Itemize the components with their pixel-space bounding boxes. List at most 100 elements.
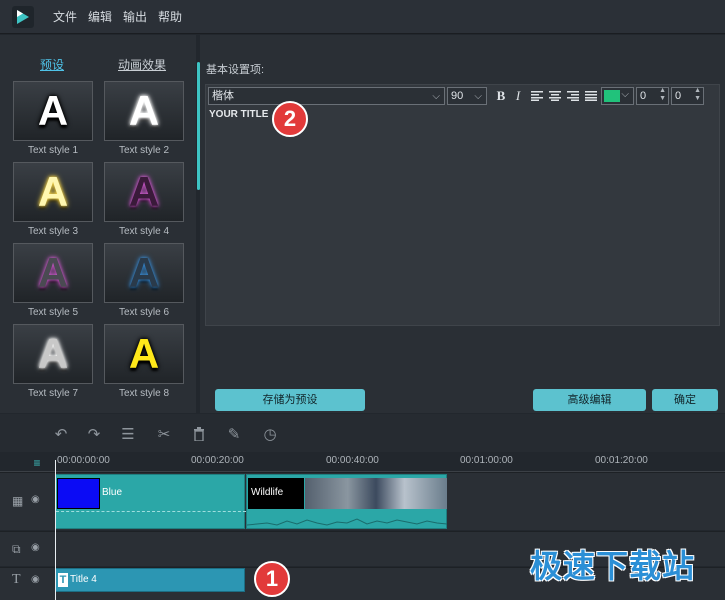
ruler-tick-label: 00:01:20:00 — [595, 455, 648, 466]
text-style-card[interactable]: A Text style 7 — [13, 324, 93, 399]
clip-divider — [56, 511, 246, 512]
tab-animation-effects[interactable]: 动画效果 — [118, 56, 166, 73]
text-style-glyph: A — [128, 87, 160, 134]
text-track-icon: T — [12, 572, 21, 587]
tab-presets[interactable]: 预设 — [40, 56, 64, 73]
advanced-edit-button[interactable]: 高级编辑 — [533, 389, 646, 411]
adjust-icon[interactable]: ☰ — [120, 427, 136, 443]
text-style-glyph: A — [37, 330, 69, 377]
cut-icon[interactable]: ✂ — [156, 427, 172, 443]
edit-icon[interactable]: ✎ — [226, 427, 242, 443]
delete-icon[interactable] — [191, 427, 207, 443]
text-style-card[interactable]: A Text style 5 — [13, 243, 93, 318]
video-track-icon: ▦ — [12, 494, 24, 508]
font-size-value: 90 — [451, 90, 464, 102]
video-clip-blue[interactable]: Blue — [55, 474, 246, 529]
timeline-toolbar — [0, 414, 725, 454]
undo-icon[interactable]: ↶ — [53, 427, 69, 443]
text-style-card[interactable]: A Text style 1 — [13, 81, 93, 156]
text-style-thumbnail[interactable]: A — [104, 243, 184, 303]
align-justify-icon[interactable] — [584, 87, 598, 105]
clip-label: Blue — [102, 487, 123, 498]
save-preset-button[interactable]: 存储为预设 — [215, 389, 365, 411]
spin-arrows-icon[interactable]: ▲ ▼ — [659, 87, 666, 103]
text-style-thumbnail[interactable]: A — [104, 324, 184, 384]
spin-arrows-icon[interactable]: ▲ ▼ — [694, 87, 701, 103]
text-style-thumbnail[interactable]: A — [13, 162, 93, 222]
video-clip-wildlife[interactable]: Wildlife — [246, 474, 447, 529]
eye-icon[interactable]: ◉ — [31, 494, 40, 505]
text-style-card[interactable]: A Text style 4 — [104, 162, 184, 237]
ok-button[interactable]: 确定 — [652, 389, 718, 411]
redo-icon[interactable]: ↷ — [86, 427, 102, 443]
font-family-value: 楷体 — [212, 90, 234, 102]
text-style-label: Text style 6 — [118, 307, 170, 318]
text-style-label: Text style 7 — [27, 388, 79, 399]
ruler-tick-label: 00:00:20:00 — [191, 455, 244, 466]
spacing-value-2: 0 — [675, 90, 682, 102]
text-style-thumbnail[interactable]: A — [13, 81, 93, 141]
text-style-glyph: A — [37, 87, 69, 134]
text-color-swatch — [604, 90, 620, 102]
clock-icon[interactable]: ◷ — [262, 427, 278, 443]
text-style-label: Text style 2 — [118, 145, 170, 156]
clip-label: Wildlife — [251, 487, 284, 498]
ruler-tick-label: 00:00:00:00 — [57, 455, 110, 466]
clip-label: Title 4 — [70, 574, 97, 585]
align-center-icon[interactable] — [548, 87, 562, 105]
text-style-glyph: A — [128, 168, 160, 215]
clip-thumbnail — [57, 478, 100, 509]
menu-help[interactable]: 帮助 — [158, 8, 182, 25]
playhead[interactable] — [55, 460, 56, 600]
clip-thumbnail — [305, 478, 447, 509]
watermark: 极速下载站 — [530, 548, 696, 584]
overlay-track-icon: ⧉ — [12, 542, 21, 556]
menu-edit[interactable]: 编辑 — [88, 8, 112, 25]
text-style-glyph: A — [37, 249, 69, 296]
text-style-thumbnail[interactable]: A — [13, 243, 93, 303]
ruler-tick-label: 00:00:40:00 — [326, 455, 379, 466]
text-style-card[interactable]: A Text style 8 — [104, 324, 184, 399]
title-clip[interactable]: T Title 4 — [55, 568, 245, 592]
text-color-picker[interactable]: ⌵ — [601, 87, 634, 105]
text-style-card[interactable]: A Text style 6 — [104, 243, 184, 318]
eye-icon[interactable]: ◉ — [31, 574, 40, 585]
audio-waveform — [247, 518, 447, 526]
title-clip-t-icon: T — [58, 573, 68, 587]
italic-button[interactable]: I — [511, 87, 525, 105]
app-logo-icon — [12, 5, 34, 28]
text-style-thumbnail[interactable]: A — [104, 162, 184, 222]
font-family-select[interactable]: 楷体 ⌵ — [208, 87, 445, 105]
text-style-label: Text style 5 — [27, 307, 79, 318]
spacing-spinner-2[interactable]: 0 ▲ ▼ — [671, 87, 704, 105]
spacing-value-1: 0 — [640, 90, 647, 102]
font-size-select[interactable]: 90 ⌵ — [447, 87, 487, 105]
text-style-label: Text style 4 — [118, 226, 170, 237]
snap-icon[interactable]: ≡ — [29, 455, 45, 471]
ruler-tick-label: 00:01:00:00 — [460, 455, 513, 466]
text-style-label: Text style 3 — [27, 226, 79, 237]
text-style-label: Text style 1 — [27, 145, 79, 156]
text-style-thumbnail[interactable]: A — [13, 324, 93, 384]
text-style-glyph: A — [128, 330, 160, 377]
basic-settings-label: 基本设置项: — [206, 64, 265, 76]
align-left-icon[interactable] — [530, 87, 544, 105]
chevron-down-icon: ⌵ — [474, 91, 482, 102]
menu-export[interactable]: 输出 — [123, 8, 147, 25]
bold-button[interactable]: B — [494, 87, 508, 105]
text-style-card[interactable]: A Text style 3 — [13, 162, 93, 237]
text-style-card[interactable]: A Text style 2 — [104, 81, 184, 156]
menu-file[interactable]: 文件 — [53, 8, 77, 25]
eye-icon[interactable]: ◉ — [31, 542, 40, 553]
text-style-label: Text style 8 — [118, 388, 170, 399]
callout-badge-2: 2 — [272, 101, 308, 137]
callout-badge-1: 1 — [254, 561, 290, 597]
text-style-glyph: A — [128, 249, 160, 296]
menu-bar: 文件 编辑 输出 帮助 — [0, 0, 725, 34]
title-text-content[interactable]: YOUR TITLE — [209, 109, 268, 120]
text-style-thumbnail[interactable]: A — [104, 81, 184, 141]
chevron-down-icon: ⌵ — [432, 91, 440, 102]
spacing-spinner-1[interactable]: 0 ▲ ▼ — [636, 87, 669, 105]
align-right-icon[interactable] — [566, 87, 580, 105]
chevron-down-icon: ⌵ — [621, 89, 629, 100]
